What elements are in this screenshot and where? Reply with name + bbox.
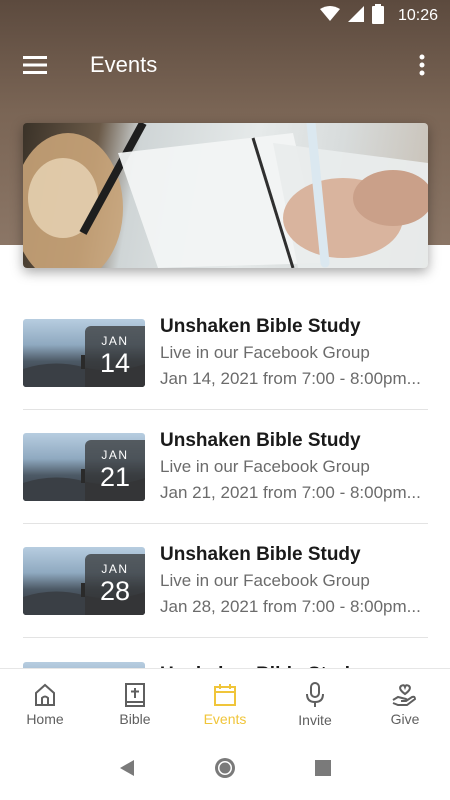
event-location: Live in our Facebook Group [160,342,370,362]
event-day: 14 [99,348,131,378]
back-icon[interactable] [119,759,135,782]
nav-bible-label: Bible [119,710,151,727]
event-datetime: Jan 28, 2021 from 7:00 - 8:00pm... [160,596,421,616]
recents-icon[interactable] [315,759,331,781]
clock: 10:26 [397,7,438,24]
nav-invite-label: Invite [298,711,332,728]
hero-image [23,123,428,268]
date-badge: JAN 14 [85,325,145,387]
wifi-icon [319,5,340,27]
battery-icon [371,3,384,29]
event-month: JAN [101,448,129,462]
more-options-button[interactable] [394,32,450,98]
hamburger-menu-icon [23,56,47,74]
event-location: Live in our Facebook Group [160,456,370,476]
event-title: Unshaken Bible Study [160,543,361,565]
nav-give-label: Give [390,710,420,727]
system-navigation-bar [0,740,450,800]
nav-home[interactable]: Home [0,669,90,740]
status-bar: 10:26 [0,0,450,32]
home-icon [35,683,55,706]
signal-icon [347,5,364,27]
nav-give[interactable]: Give [360,669,450,740]
event-thumbnail: JAN 14 [23,318,145,387]
nav-bible[interactable]: Bible [90,669,180,740]
event-thumbnail: JAN 21 [23,432,145,501]
nav-home-label: Home [26,710,64,727]
give-hand-heart-icon [392,683,417,706]
more-vert-icon [419,54,425,76]
nav-events[interactable]: Events [180,669,270,740]
event-day: 21 [99,462,131,492]
event-title: Unshaken Bible Study [160,429,361,451]
menu-button[interactable] [0,32,70,98]
nav-invite[interactable]: Invite [270,669,360,740]
home-circle-icon[interactable] [213,756,237,785]
event-location: Live in our Facebook Group [160,570,370,590]
calendar-icon [214,683,236,706]
bottom-navigation: Home Bible Events Invite Give [0,668,450,740]
page-title: Events [90,52,158,77]
event-thumbnail: JAN 28 [23,546,145,615]
nav-events-label: Events [203,710,247,727]
event-item[interactable]: JAN 14 Unshaken Bible Study Live in our … [23,296,428,410]
event-datetime: Jan 14, 2021 from 7:00 - 8:00pm... [160,368,421,388]
event-datetime: Jan 21, 2021 from 7:00 - 8:00pm... [160,482,421,502]
event-title: Unshaken Bible Study [160,315,361,337]
app-bar: Events [0,32,450,98]
microphone-icon [306,681,324,707]
event-item[interactable]: JAN 21 Unshaken Bible Study Live in our … [23,410,428,524]
bible-icon [125,682,145,707]
event-month: JAN [101,562,129,576]
event-item[interactable]: JAN 28 Unshaken Bible Study Live in our … [23,524,428,638]
event-month: JAN [101,334,129,348]
event-day: 28 [99,576,131,606]
date-badge: JAN 28 [85,553,145,615]
date-badge: JAN 21 [85,439,145,501]
